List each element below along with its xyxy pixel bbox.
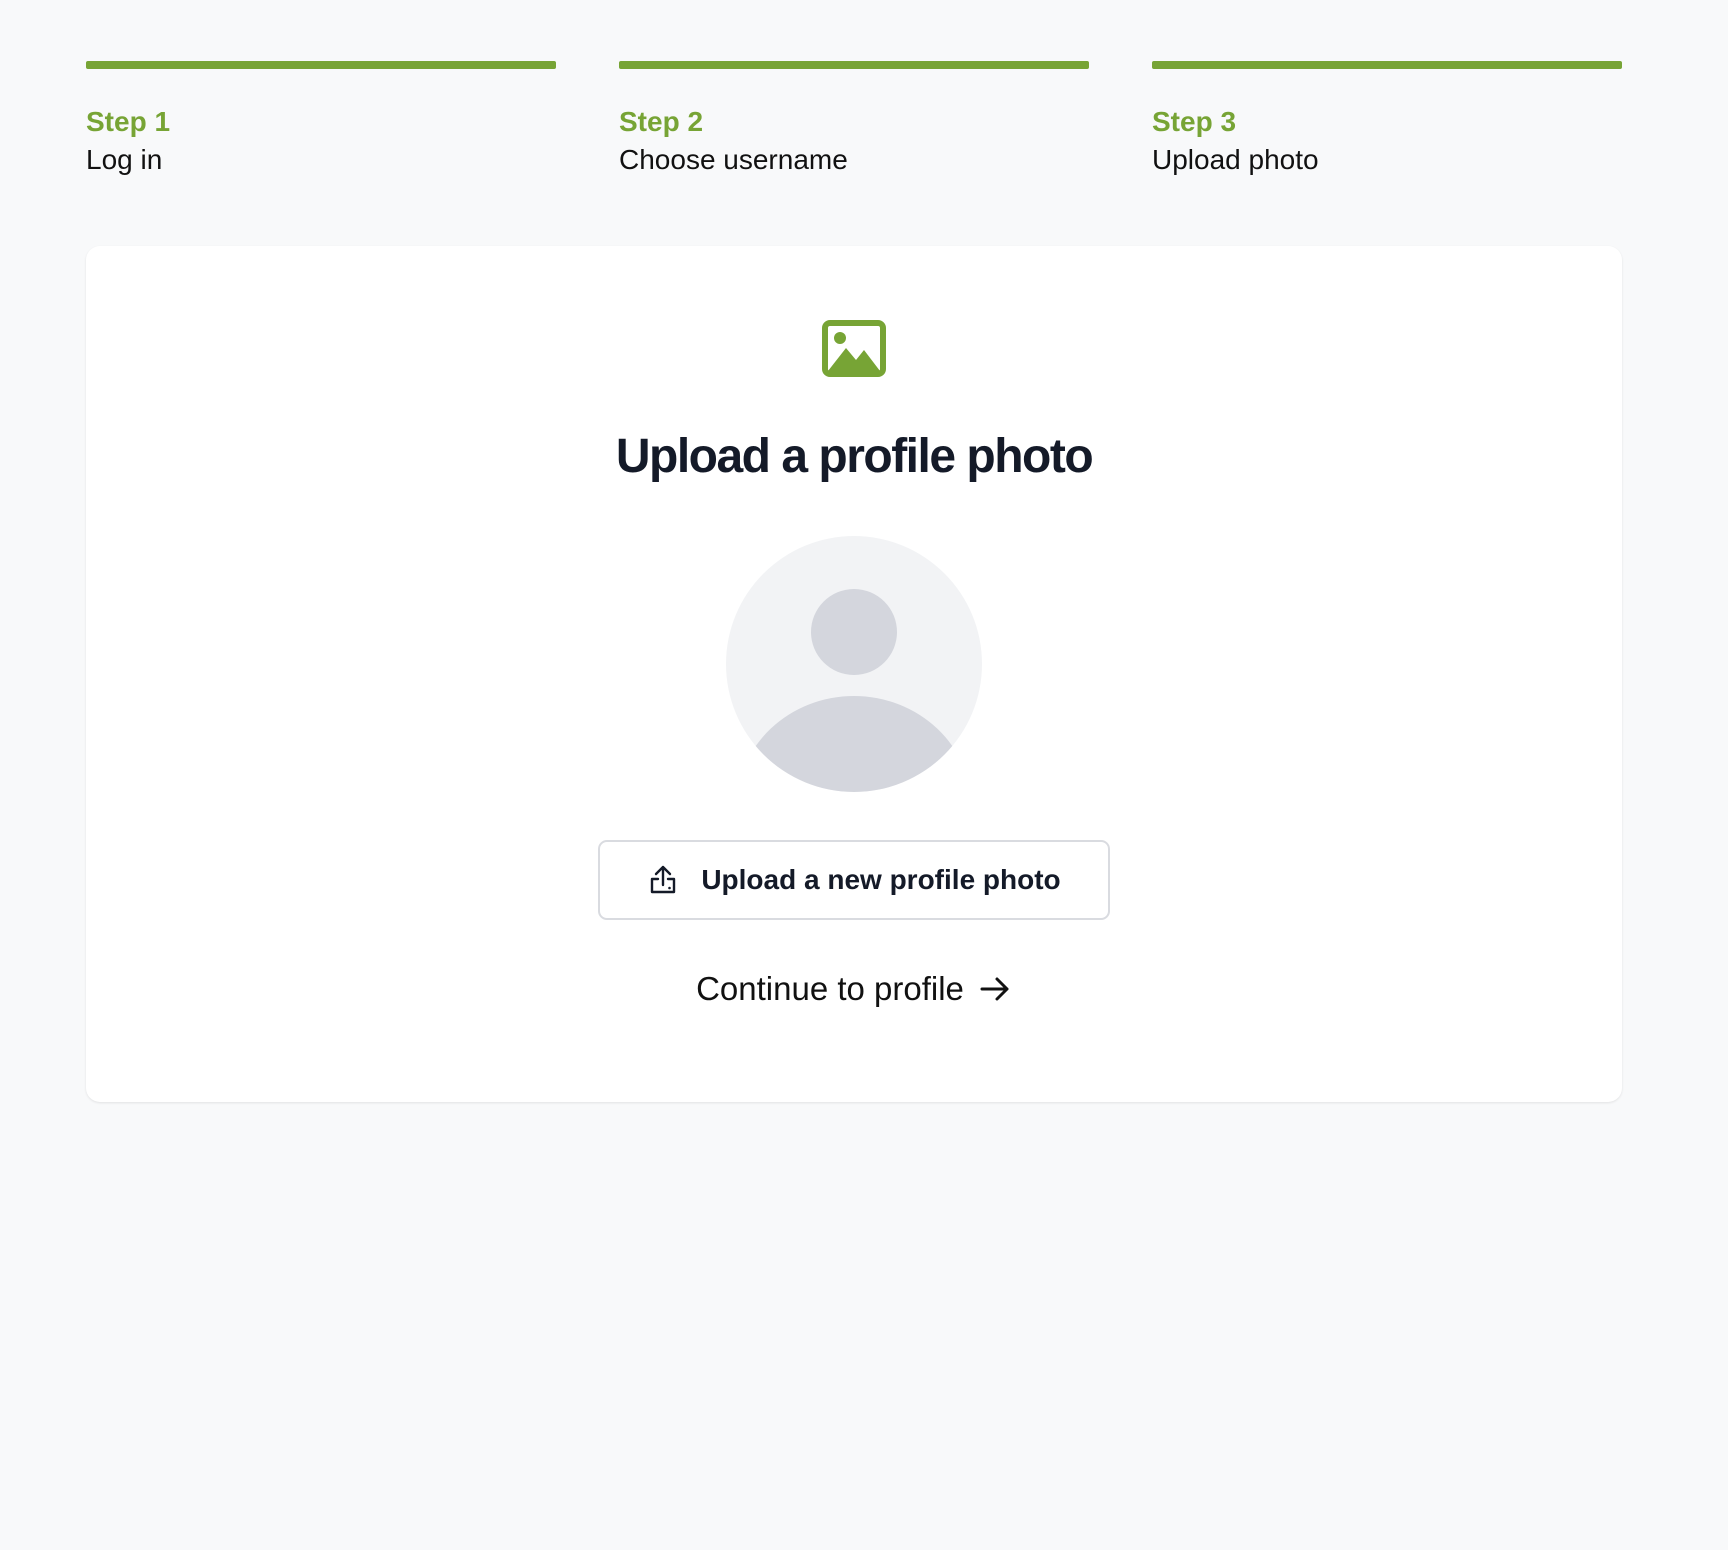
continue-to-profile-link[interactable]: Continue to profile <box>696 970 1012 1008</box>
continue-link-label: Continue to profile <box>696 970 964 1008</box>
step-progress-bar <box>86 61 556 69</box>
step-choose-username: Step 2 Choose username <box>619 61 1089 176</box>
step-title: Choose username <box>619 143 848 175</box>
step-login: Step 1 Log in <box>86 61 556 176</box>
step-title: Upload photo <box>1152 143 1319 175</box>
upload-photo-button[interactable]: Upload a new profile photo <box>598 840 1110 921</box>
upload-photo-card: Upload a profile photo Upload a new prof… <box>86 246 1622 1102</box>
default-user-avatar-icon <box>737 589 971 793</box>
avatar <box>726 536 982 793</box>
image-icon <box>822 320 886 377</box>
onboarding-page: Step 1 Log in Step 2 Choose username Ste… <box>0 0 1728 1550</box>
step-number: Step 3 <box>1152 106 1237 137</box>
upload-icon <box>651 865 676 894</box>
step-upload-photo: Step 3 Upload photo <box>1152 61 1622 176</box>
step-title: Log in <box>86 143 163 175</box>
upload-button-label: Upload a new profile photo <box>701 864 1061 896</box>
progress-steps: Step 1 Log in Step 2 Choose username Ste… <box>86 61 1622 176</box>
step-progress-bar <box>1152 61 1622 69</box>
arrow-right-icon <box>980 977 1009 1001</box>
step-number: Step 2 <box>619 106 704 137</box>
step-number: Step 1 <box>86 106 171 137</box>
card-title: Upload a profile photo <box>615 430 1094 483</box>
step-progress-bar <box>619 61 1089 69</box>
